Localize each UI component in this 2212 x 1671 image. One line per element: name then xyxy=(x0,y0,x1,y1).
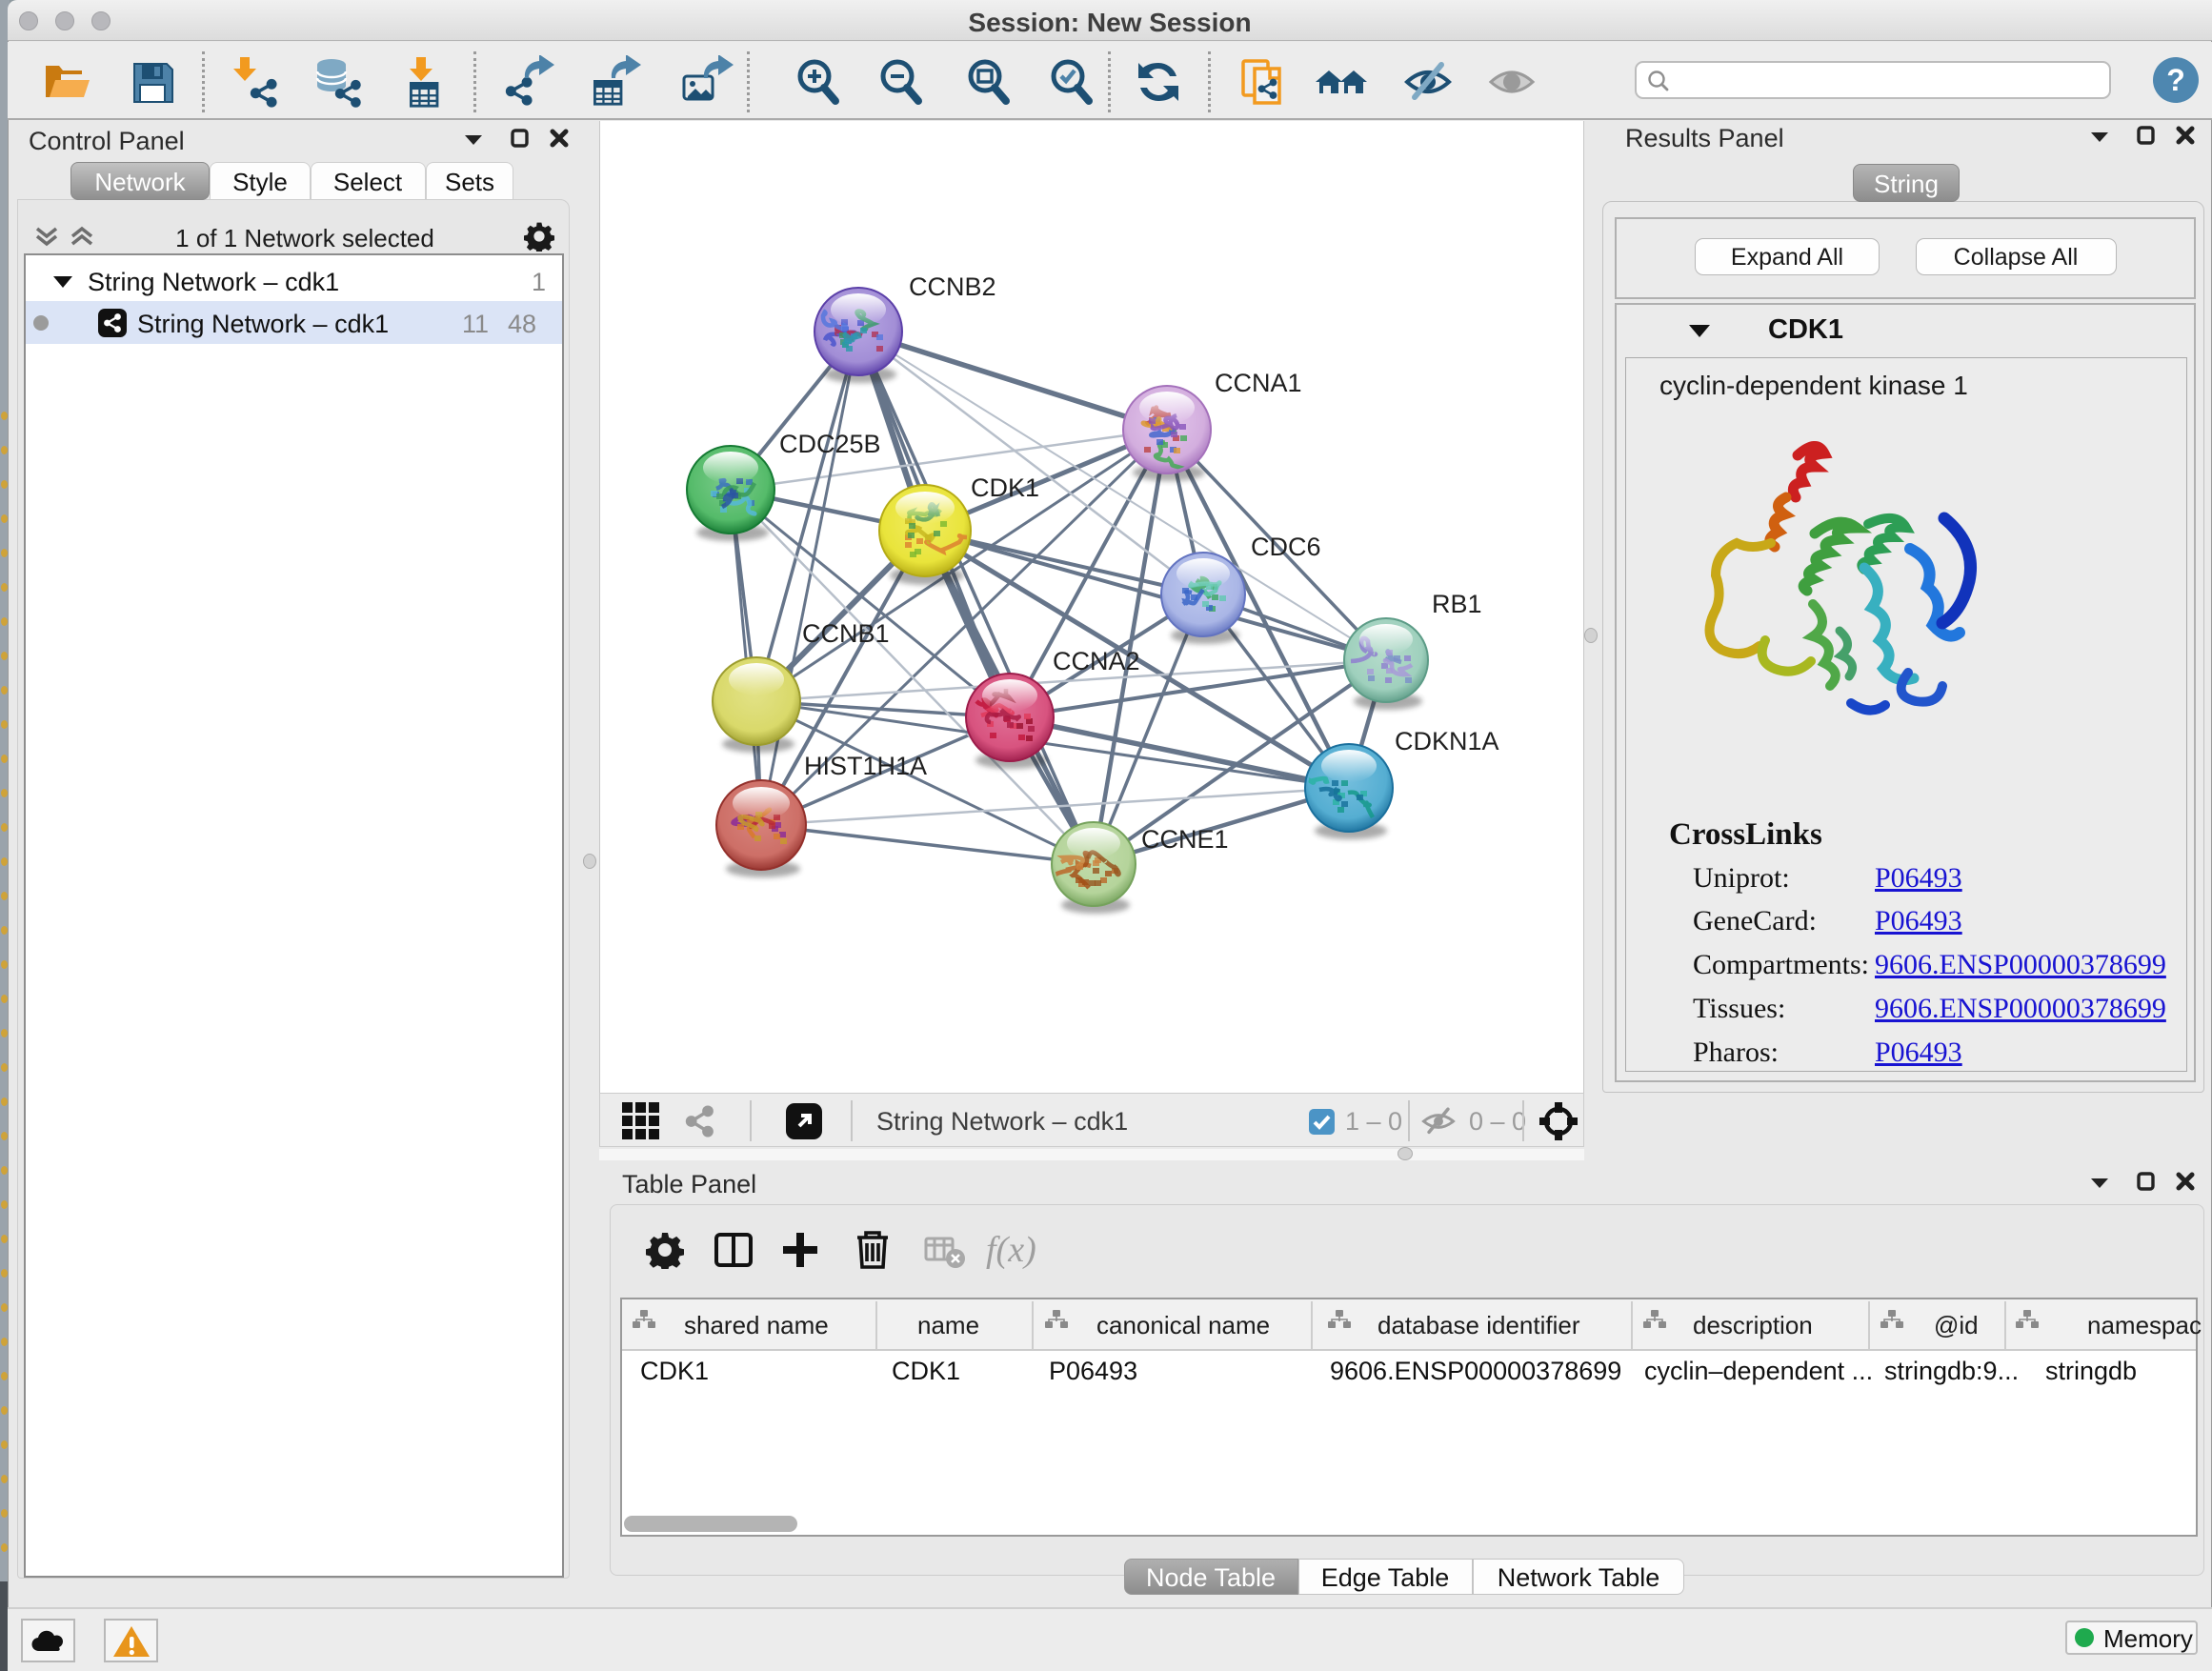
svg-text:CCNE1: CCNE1 xyxy=(1141,825,1229,854)
svg-text:HIST1H1A: HIST1H1A xyxy=(804,752,927,780)
svg-text:CDC25B: CDC25B xyxy=(779,430,881,458)
svg-text:CCNA1: CCNA1 xyxy=(1215,369,1302,397)
svg-text:?: ? xyxy=(2166,63,2185,97)
svg-text:RB1: RB1 xyxy=(1432,590,1482,618)
svg-text:CDKN1A: CDKN1A xyxy=(1395,727,1499,755)
svg-text:CCNB2: CCNB2 xyxy=(909,272,996,301)
svg-text:CDC6: CDC6 xyxy=(1251,533,1321,561)
svg-text:CDK1: CDK1 xyxy=(971,473,1039,502)
svg-text:CCNB1: CCNB1 xyxy=(802,619,890,648)
svg-text:CCNA2: CCNA2 xyxy=(1053,647,1140,675)
